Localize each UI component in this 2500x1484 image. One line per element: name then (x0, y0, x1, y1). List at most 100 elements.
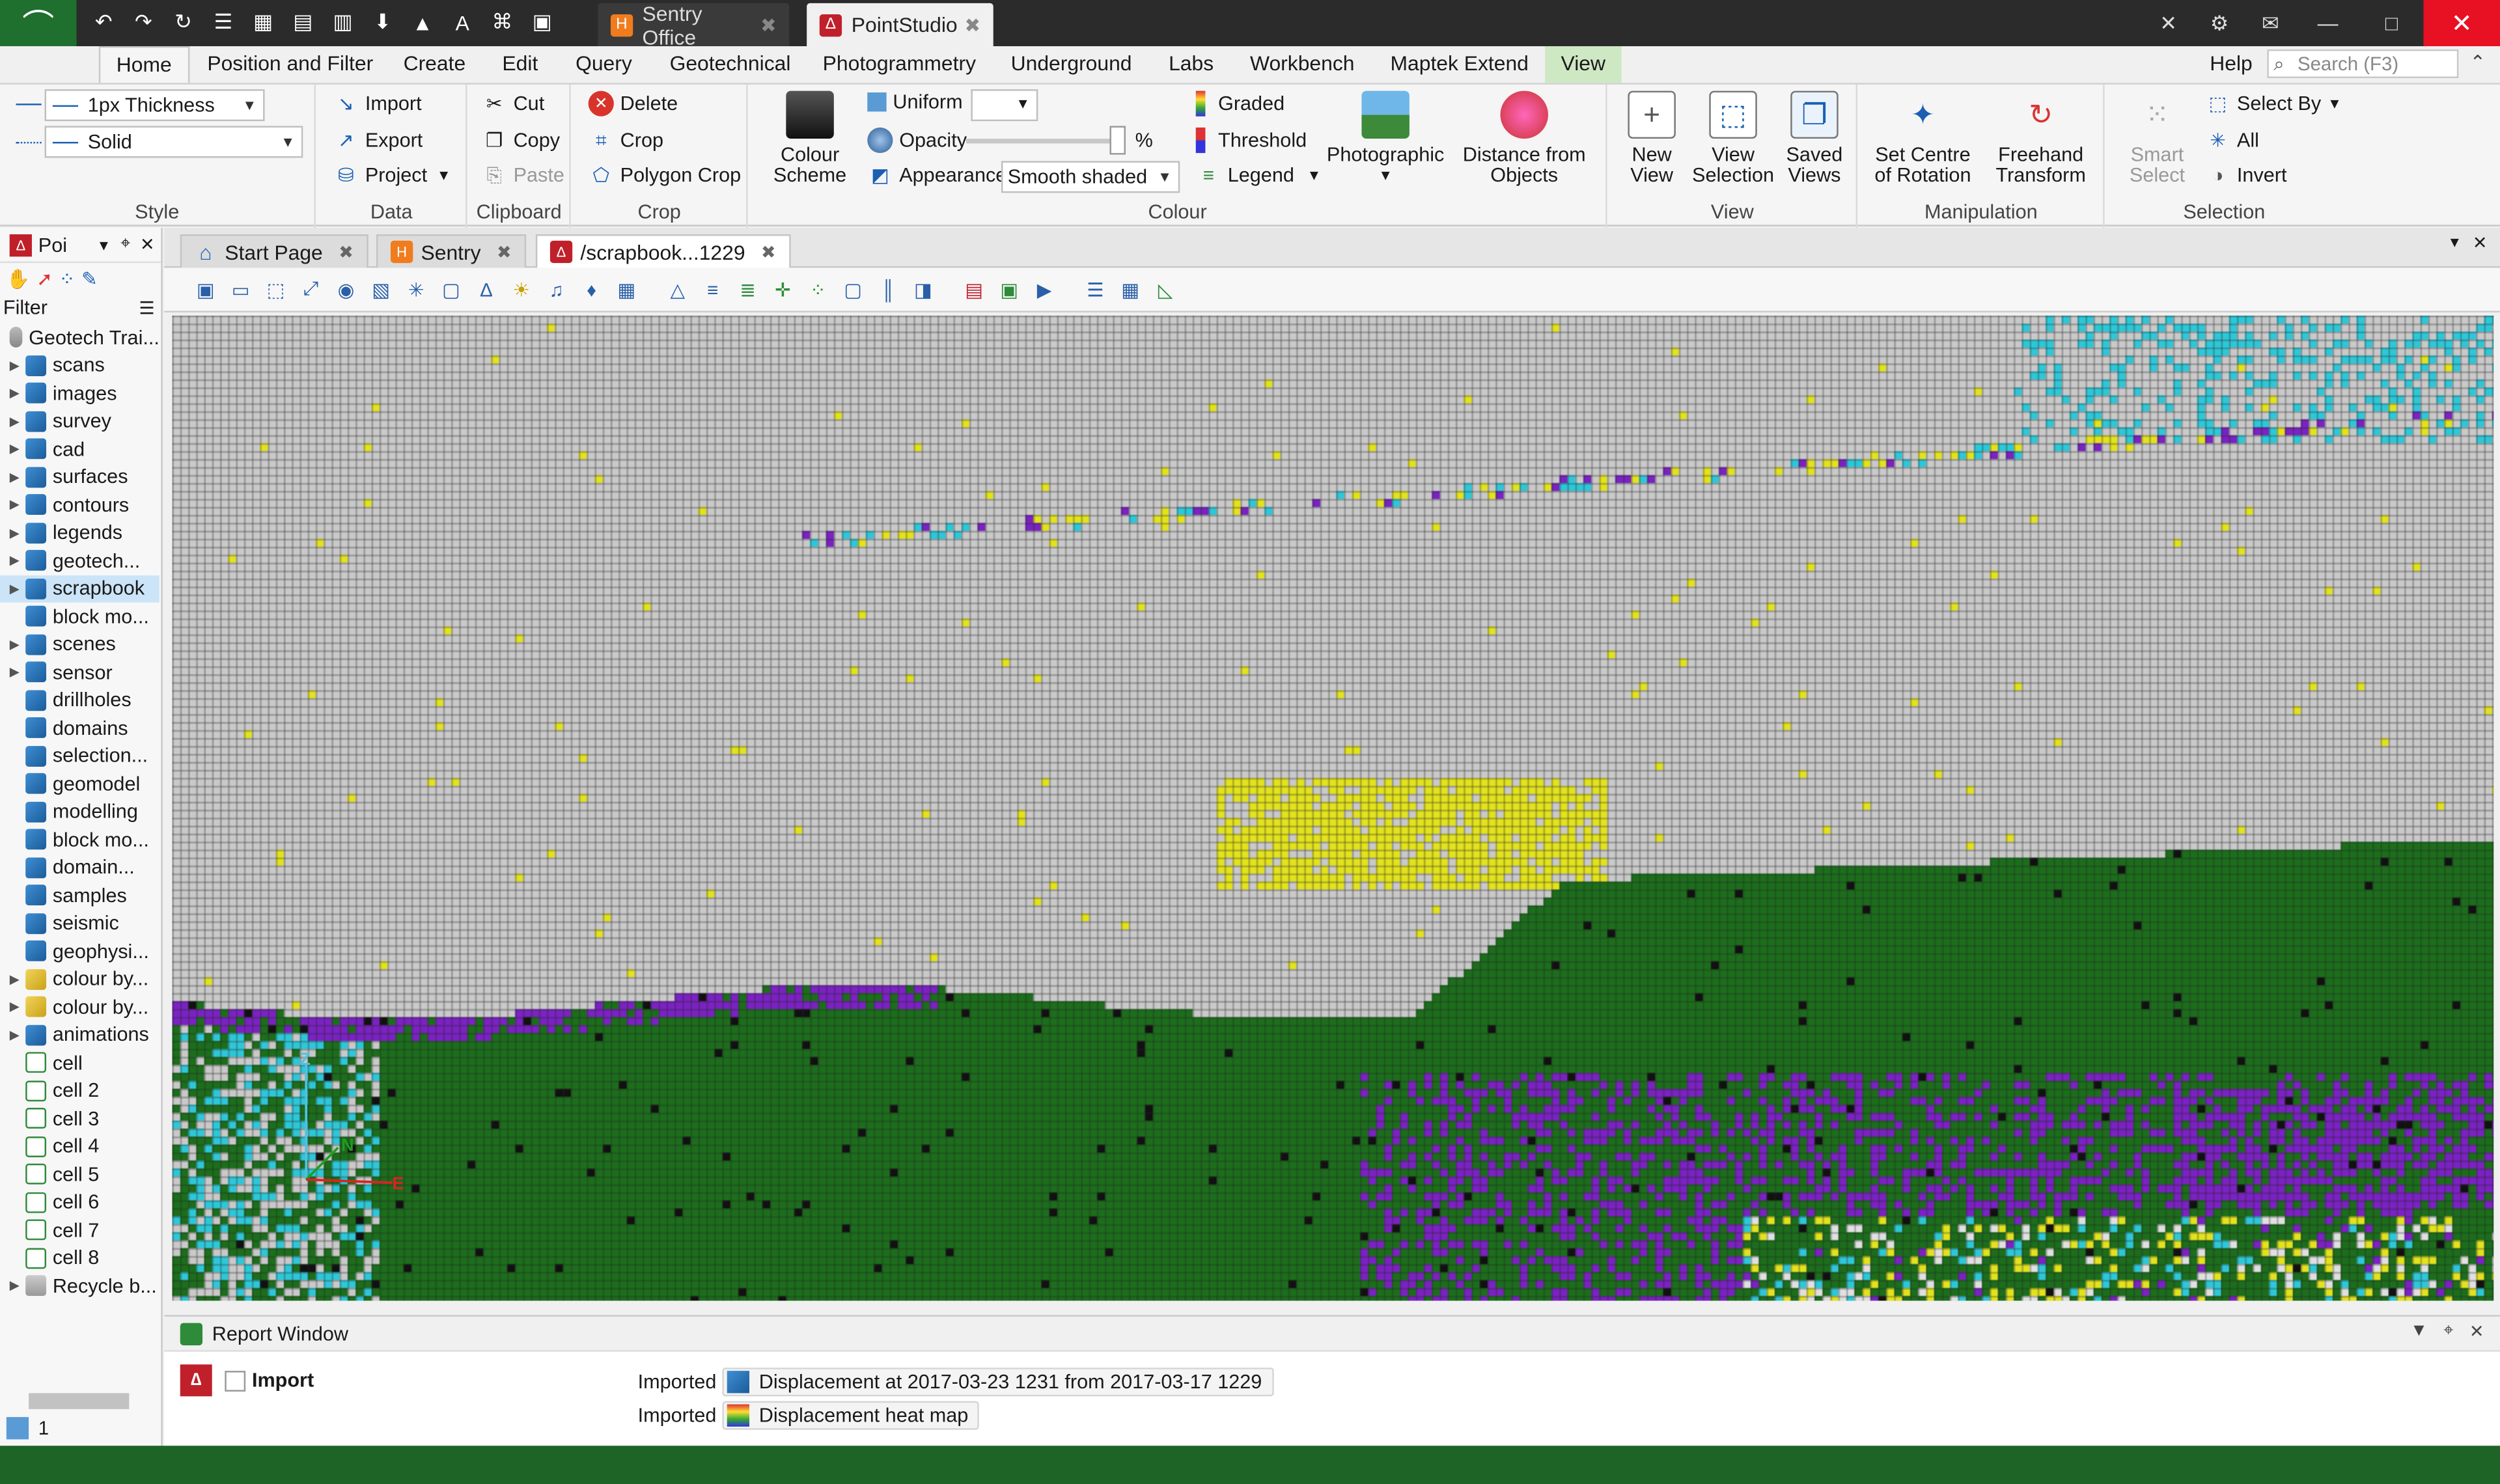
tree-item[interactable]: ▶ survey (0, 407, 160, 435)
line-style-select[interactable]: Solid ▼ (44, 126, 303, 158)
opacity-slider[interactable] (966, 139, 1110, 144)
tab-edit[interactable]: Edit (486, 46, 554, 83)
tree-root[interactable]: Geotech Trai... (0, 323, 160, 351)
tree-item[interactable]: cell 5 (0, 1161, 160, 1189)
tab-sentry-office[interactable]: H Sentry Office ✖ (598, 1, 790, 49)
filter-options-icon[interactable]: ☰ (139, 297, 154, 318)
expand-arrow-icon[interactable]: ▶ (10, 498, 25, 512)
tree-item[interactable]: domains (0, 714, 160, 742)
collapse-ribbon-icon[interactable]: ⌃ (2469, 51, 2486, 73)
ruler-icon[interactable]: ◺ (1153, 277, 1178, 302)
grid-icon[interactable]: ▥ (326, 5, 361, 40)
tab-photogrammetry[interactable]: Photogrammetry (807, 46, 992, 83)
tree-item[interactable]: ▶ colour by... (0, 965, 160, 993)
tab-home[interactable]: Home (98, 46, 189, 85)
uniform-button[interactable]: Uniform (867, 91, 963, 113)
cluster-icon[interactable]: ⁘ (805, 277, 831, 302)
tree-item[interactable]: ▶ animations (0, 1021, 160, 1049)
export-button[interactable]: ↗ Export (333, 128, 423, 153)
light-icon[interactable]: ☀ (508, 277, 534, 302)
close-button[interactable]: ✕ (2423, 0, 2500, 47)
chevron-down-icon[interactable]: ▼ (2410, 1321, 2428, 1342)
tree-item[interactable]: ▶ sensor (0, 658, 160, 686)
undo-icon[interactable]: ↶ (86, 5, 121, 40)
expand-arrow-icon[interactable]: ▶ (10, 470, 25, 484)
new-view-button[interactable]: + New View (1618, 90, 1686, 187)
layer-icon[interactable]: ≣ (735, 277, 760, 302)
perspective-icon[interactable]: ▧ (368, 277, 394, 302)
tree-item[interactable]: cell 6 (0, 1189, 160, 1216)
split-icon[interactable]: ║ (875, 277, 900, 302)
snap-icon[interactable]: ∆ (473, 277, 499, 302)
filter-row[interactable]: Filter ☰ (0, 295, 161, 320)
tree-item[interactable]: modelling (0, 798, 160, 826)
close-icon[interactable]: ✖ (760, 14, 777, 36)
tab-strip-menu-icon[interactable]: ▼ (2447, 234, 2462, 250)
chevron-down-icon[interactable]: ▼ (97, 237, 111, 253)
zoom-extents-icon[interactable]: ⤢ (298, 277, 324, 302)
expand-arrow-icon[interactable]: ▶ (10, 526, 25, 540)
expand-arrow-icon[interactable]: ▶ (10, 442, 25, 456)
tree-item[interactable]: ▶ geotech... (0, 547, 160, 575)
hand-icon[interactable]: ✋ (7, 268, 31, 290)
tree-item[interactable]: ▶ legends (0, 519, 160, 547)
appearance-select[interactable]: Smooth shaded ▼ (1001, 161, 1180, 193)
view-selection-button[interactable]: ⬚ View Selection (1691, 90, 1774, 187)
play-icon[interactable]: ▶ (1031, 277, 1057, 302)
mail-icon[interactable]: ✉ (2245, 0, 2296, 46)
import-button[interactable]: ↘ Import (333, 91, 421, 117)
fit-view-icon[interactable]: ▭ (228, 277, 253, 302)
camera-icon[interactable]: ◉ (333, 277, 359, 302)
colour-scheme-button[interactable]: Colour Scheme (762, 90, 858, 187)
select-by-button[interactable]: ⬚ Select By ▼ (2205, 91, 2342, 117)
tab-labs[interactable]: Labs (1153, 46, 1230, 83)
refresh-icon[interactable]: ↻ (166, 5, 201, 40)
tab-view[interactable]: View (1545, 46, 1622, 83)
tree-item[interactable]: ▶ cad (0, 435, 160, 463)
paste-button[interactable]: ⎘ Paste (482, 163, 564, 188)
tree-item[interactable]: ▶ scans (0, 351, 160, 379)
paint-icon[interactable]: ♦ (579, 277, 604, 302)
graded-button[interactable]: Graded (1195, 90, 1285, 117)
sheet-icon[interactable]: ▤ (285, 5, 320, 40)
minimize-button[interactable]: — (2296, 0, 2360, 46)
tree-item[interactable]: samples (0, 881, 160, 909)
list-icon[interactable]: ☰ (1083, 277, 1108, 302)
download-icon[interactable]: ⬇ (365, 5, 400, 40)
expand-arrow-icon[interactable]: ▶ (10, 665, 25, 680)
tree-item[interactable]: cell 3 (0, 1105, 160, 1133)
tree-item[interactable]: cell (0, 1049, 160, 1077)
report-icon[interactable]: ☰ (206, 5, 241, 40)
displacement-heatmap-render[interactable] (172, 315, 2494, 1301)
expand-arrow-icon[interactable]: ▶ (10, 1279, 25, 1293)
tree-item[interactable]: ▶ scrapbook (0, 574, 160, 603)
maximize-button[interactable]: □ (2359, 0, 2423, 46)
close-icon[interactable]: ✕ (140, 234, 155, 254)
frame-icon[interactable]: ▢ (438, 277, 464, 302)
tab-start-page[interactable]: ⌂ Start Page ✖ (180, 234, 368, 268)
expand-arrow-icon[interactable]: ▶ (10, 581, 25, 596)
tab-create[interactable]: Create (387, 46, 482, 83)
close-icon[interactable]: ✕ (2473, 233, 2488, 253)
clip-icon[interactable]: ▢ (840, 277, 866, 302)
tree-item[interactable]: block mo... (0, 603, 160, 631)
tree-item[interactable]: block mo... (0, 826, 160, 854)
panel-icon[interactable]: ▦ (1118, 277, 1143, 302)
slice-icon[interactable]: ≡ (700, 277, 725, 302)
set-centre-of-rotation-button[interactable]: ✦ Set Centre of Rotation (1865, 91, 1980, 187)
tree-item[interactable]: drillholes (0, 686, 160, 714)
tab-geotechnical[interactable]: Geotechnical (654, 46, 807, 83)
select-all-button[interactable]: ✳ All (2205, 128, 2259, 153)
tab-underground[interactable]: Underground (995, 46, 1148, 83)
node-icon[interactable]: ⁘ (59, 268, 76, 290)
smart-select-button[interactable]: ⁙ Smart Select (2116, 91, 2199, 187)
tree-item[interactable]: geophysi... (0, 937, 160, 965)
horizontal-scrollbar[interactable] (29, 1393, 130, 1409)
expand-arrow-icon[interactable]: ▶ (10, 637, 25, 652)
tree-item[interactable]: cell 8 (0, 1244, 160, 1272)
tree-item[interactable]: ▶ Recycle b... (0, 1272, 160, 1300)
tree-item[interactable]: domain... (0, 853, 160, 881)
pencil-icon[interactable]: ✎ (81, 268, 98, 290)
expand-arrow-icon[interactable]: ▶ (10, 414, 25, 428)
layout-icon[interactable]: ▣ (525, 5, 560, 40)
